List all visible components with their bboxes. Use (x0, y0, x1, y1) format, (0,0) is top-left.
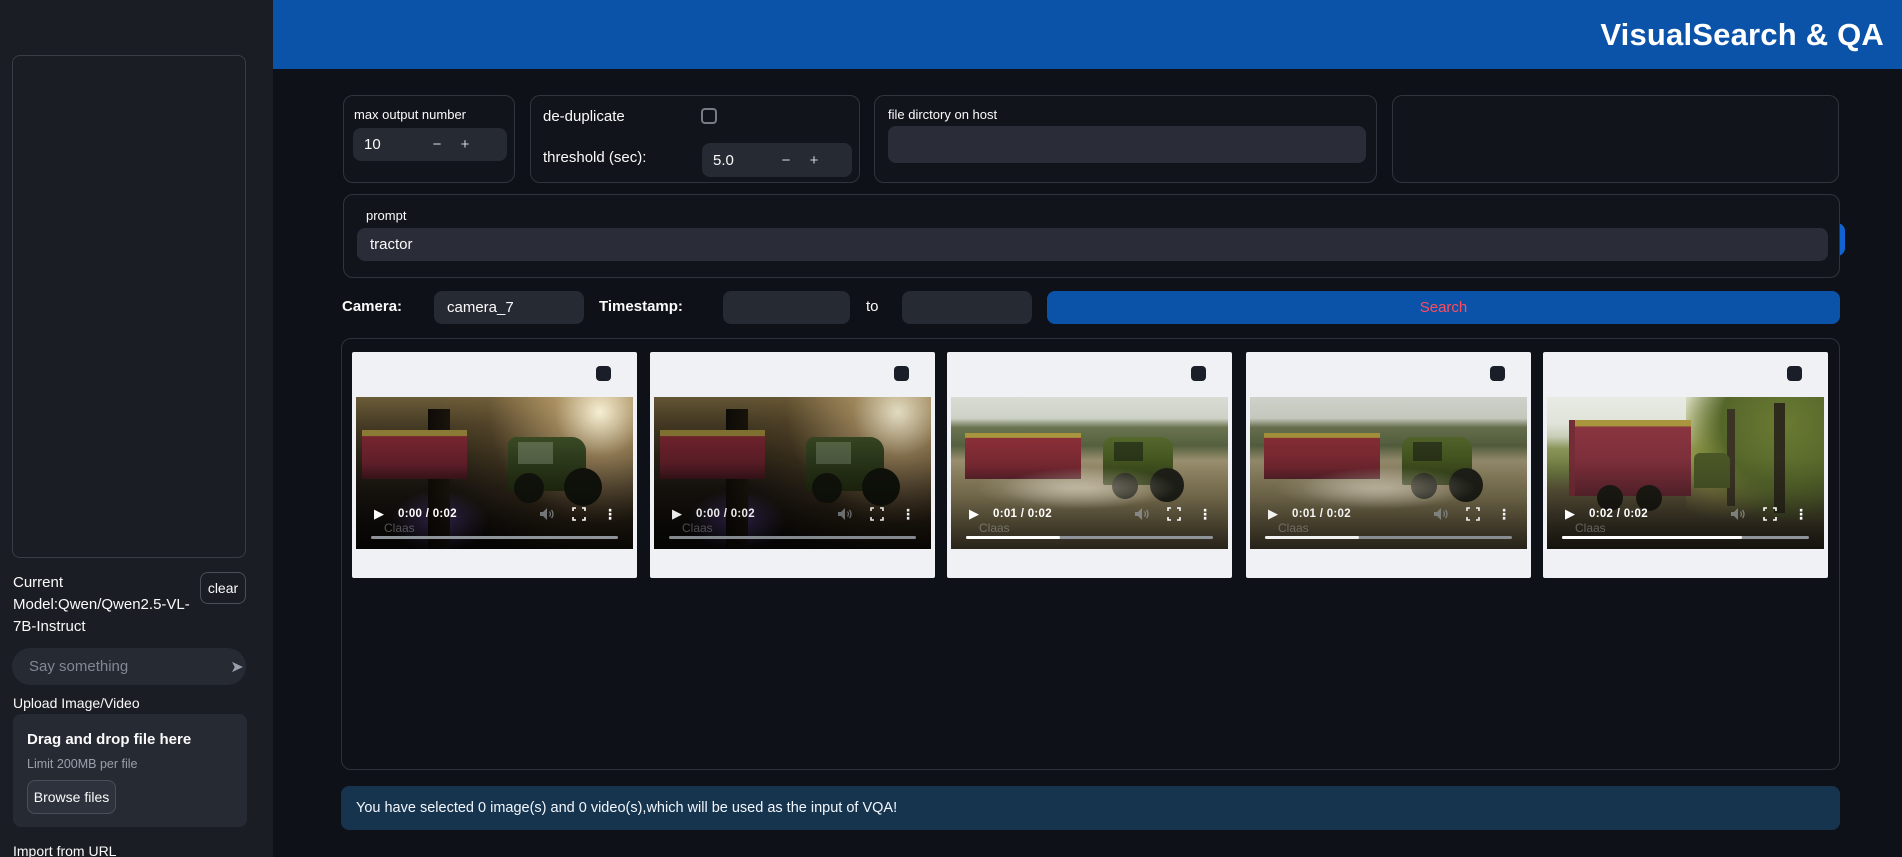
volume-icon[interactable] (837, 507, 853, 521)
dedup-panel: de-duplicate threshold (sec): − + (530, 95, 860, 183)
chat-history-panel (12, 55, 246, 558)
video-card: Claas ▶ 0:01 / 0:02 ⋮ (1246, 352, 1531, 578)
clear-button[interactable]: clear (200, 572, 246, 604)
max-output-plus-button[interactable]: + (451, 136, 479, 153)
file-dir-panel: file dirctory on host (874, 95, 1377, 183)
fullscreen-icon[interactable] (1763, 507, 1777, 521)
threshold-plus-button[interactable]: + (800, 152, 828, 169)
threshold-minus-button[interactable]: − (772, 152, 800, 169)
file-dir-label: file dirctory on host (888, 107, 997, 122)
chat-input[interactable] (12, 658, 228, 675)
prompt-input[interactable] (357, 228, 1828, 261)
sidebar: Current Model:Qwen/Qwen2.5-VL-7B-Instruc… (0, 0, 273, 857)
video-select-checkbox[interactable] (596, 366, 611, 381)
file-dir-input[interactable] (888, 126, 1366, 163)
play-icon[interactable]: ▶ (374, 506, 384, 522)
video-time: 0:01 / 0:02 (1292, 508, 1351, 520)
fullscreen-icon[interactable] (1167, 507, 1181, 521)
video-time: 0:01 / 0:02 (993, 508, 1052, 520)
camera-input[interactable] (434, 291, 584, 324)
dropzone-title: Drag and drop file here (27, 731, 191, 748)
dropzone-limit: Limit 200MB per file (27, 757, 137, 771)
timestamp-from-input[interactable] (723, 291, 850, 324)
db-actions-panel: UpdateDB ClearDB showInfo (1392, 95, 1839, 183)
video-select-checkbox[interactable] (1787, 366, 1802, 381)
video-card: Claas ▶ 0:02 / 0:02 ⋮ (1543, 352, 1828, 578)
current-model-label: Current Model:Qwen/Qwen2.5-VL-7B-Instruc… (13, 572, 195, 638)
video-progress-bar[interactable] (669, 536, 916, 540)
max-output-input[interactable] (353, 136, 423, 153)
video-progress-bar[interactable] (371, 536, 618, 540)
prompt-panel: prompt (343, 194, 1840, 278)
volume-icon[interactable] (539, 507, 555, 521)
threshold-input-wrap: − + (702, 143, 852, 177)
max-output-panel: max output number − + (343, 95, 515, 183)
more-options-icon[interactable]: ⋮ (1497, 506, 1511, 523)
camera-label: Camera: (342, 298, 402, 315)
play-icon[interactable]: ▶ (672, 506, 682, 522)
video-time: 0:00 / 0:02 (696, 508, 755, 520)
video-thumbnail-shape (1112, 473, 1138, 499)
more-options-icon[interactable]: ⋮ (1794, 506, 1808, 523)
prompt-label: prompt (366, 208, 406, 223)
play-icon[interactable]: ▶ (1565, 506, 1575, 522)
video-time: 0:00 / 0:02 (398, 508, 457, 520)
volume-icon[interactable] (1730, 507, 1746, 521)
video-card: Claas ▶ 0:01 / 0:02 ⋮ (947, 352, 1232, 578)
app-root: Current Model:Qwen/Qwen2.5-VL-7B-Instruc… (0, 0, 1902, 857)
video-player[interactable]: Claas ▶ 0:01 / 0:02 ⋮ (951, 397, 1228, 549)
selection-info-bar: You have selected 0 image(s) and 0 video… (341, 786, 1840, 830)
import-from-url-label: Import from URL (13, 843, 116, 857)
fullscreen-icon[interactable] (1466, 507, 1480, 521)
video-player[interactable]: Claas ▶ 0:00 / 0:02 ⋮ (356, 397, 633, 549)
app-header: VisualSearch & QA (273, 0, 1902, 69)
volume-icon[interactable] (1433, 507, 1449, 521)
video-progress-bar[interactable] (966, 536, 1213, 540)
dedup-label: de-duplicate (543, 108, 625, 125)
dedup-checkbox[interactable] (701, 108, 717, 124)
threshold-input[interactable] (702, 152, 772, 169)
video-card: Claas ▶ 0:00 / 0:02 ⋮ (650, 352, 935, 578)
video-card: Claas ▶ 0:00 / 0:02 ⋮ (352, 352, 637, 578)
more-options-icon[interactable]: ⋮ (901, 506, 915, 523)
video-player[interactable]: Claas ▶ 0:01 / 0:02 ⋮ (1250, 397, 1527, 549)
search-button[interactable]: Search (1047, 291, 1840, 324)
video-thumbnail-shape (1411, 473, 1437, 499)
video-player[interactable]: Claas ▶ 0:00 / 0:02 ⋮ (654, 397, 931, 549)
timestamp-label: Timestamp: (599, 298, 683, 315)
more-options-icon[interactable]: ⋮ (1198, 506, 1212, 523)
page-title: VisualSearch & QA (1600, 17, 1902, 53)
fullscreen-icon[interactable] (870, 507, 884, 521)
video-select-checkbox[interactable] (1490, 366, 1505, 381)
timestamp-to-input[interactable] (902, 291, 1032, 324)
video-progress-bar[interactable] (1265, 536, 1512, 540)
upload-section-label: Upload Image/Video (13, 695, 140, 711)
timestamp-to-label: to (866, 298, 879, 315)
video-progress-bar[interactable] (1562, 536, 1809, 540)
max-output-label: max output number (354, 107, 466, 122)
threshold-label: threshold (sec): (543, 149, 646, 166)
send-icon[interactable]: ➤ (228, 657, 246, 677)
browse-files-button[interactable]: Browse files (27, 780, 116, 814)
video-select-checkbox[interactable] (894, 366, 909, 381)
max-output-minus-button[interactable]: − (423, 136, 451, 153)
play-icon[interactable]: ▶ (969, 506, 979, 522)
file-dropzone[interactable]: Drag and drop file here Limit 200MB per … (13, 714, 247, 827)
max-output-input-wrap: − + (353, 128, 507, 161)
play-icon[interactable]: ▶ (1268, 506, 1278, 522)
selection-info-text: You have selected 0 image(s) and 0 video… (341, 800, 897, 816)
video-select-checkbox[interactable] (1191, 366, 1206, 381)
video-player[interactable]: Claas ▶ 0:02 / 0:02 ⋮ (1547, 397, 1824, 549)
video-time: 0:02 / 0:02 (1589, 508, 1648, 520)
chat-input-wrap: ➤ (12, 648, 246, 685)
volume-icon[interactable] (1134, 507, 1150, 521)
more-options-icon[interactable]: ⋮ (603, 506, 617, 523)
fullscreen-icon[interactable] (572, 507, 586, 521)
